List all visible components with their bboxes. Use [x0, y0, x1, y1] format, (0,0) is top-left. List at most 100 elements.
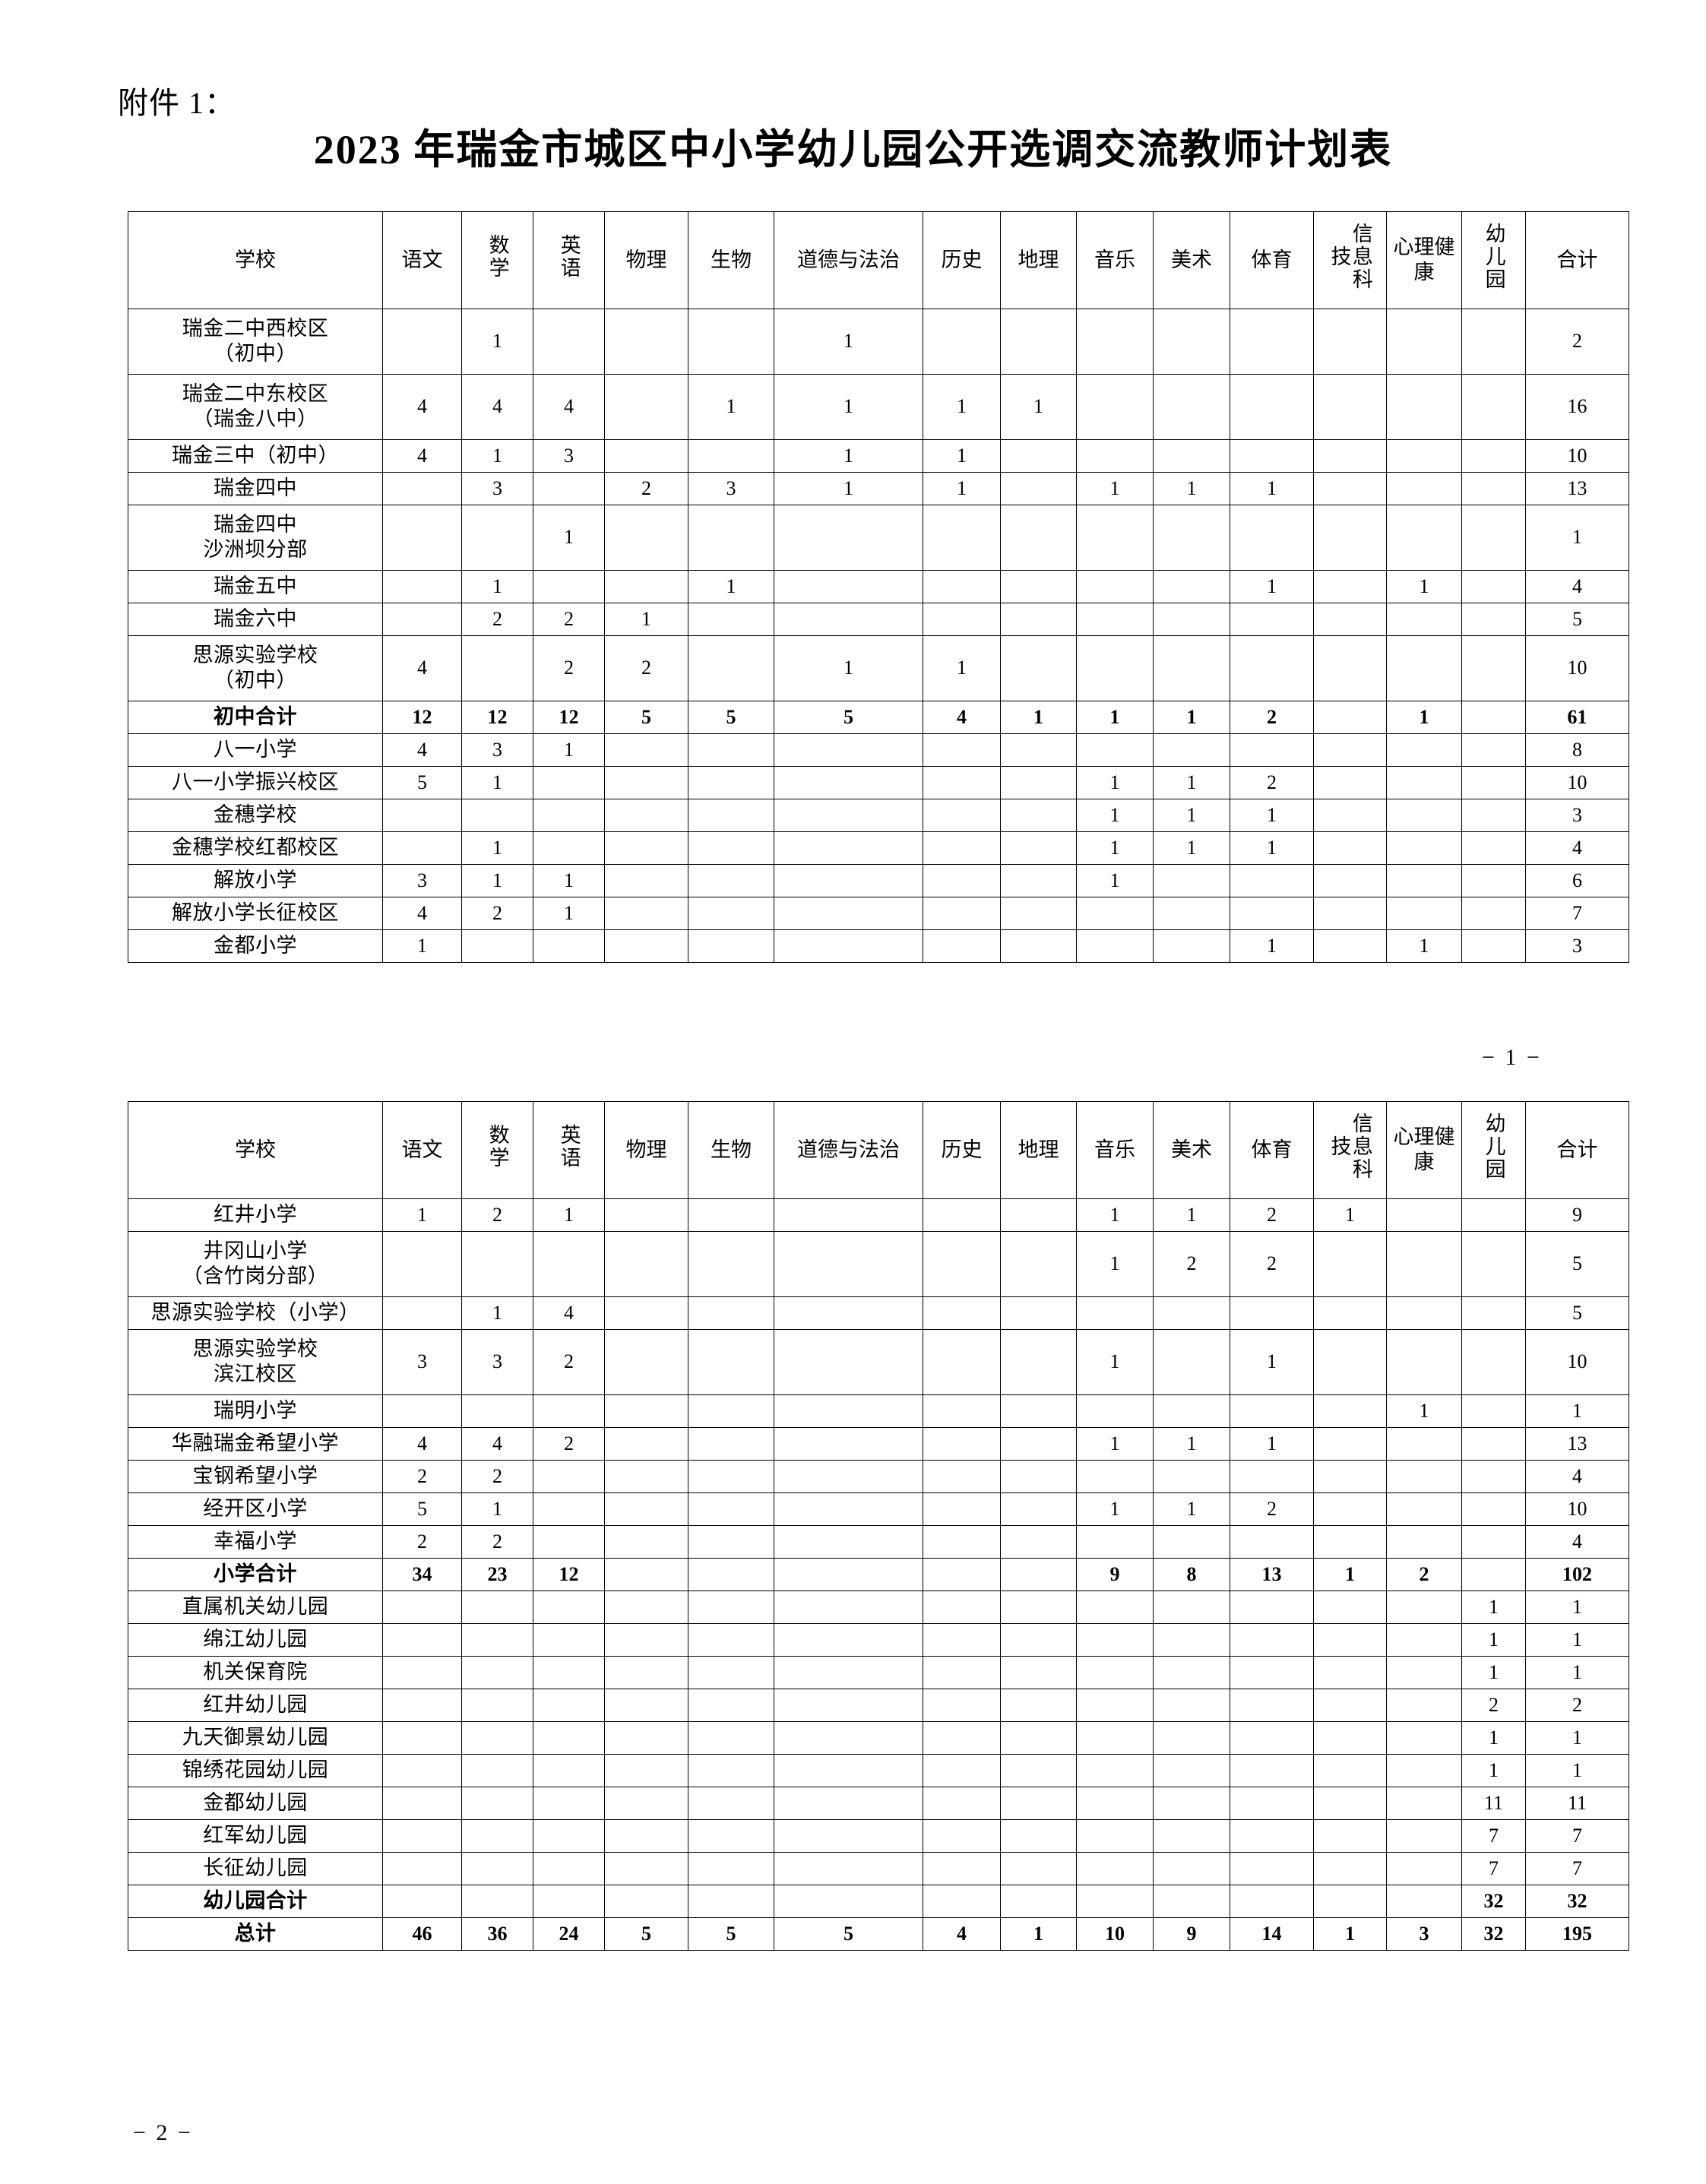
cell-pe: [1230, 733, 1314, 767]
column-header-biology: 生物: [688, 1101, 774, 1199]
column-header-history: 历史: [923, 211, 1001, 309]
cell-chinese: 1: [382, 1198, 462, 1232]
cell-info_tech: [1313, 1328, 1387, 1395]
table-row: 瑞金五中 1 1 1 1 4: [128, 569, 1629, 603]
cell-history: 1: [923, 635, 1001, 701]
cell-geography: [1000, 1328, 1077, 1395]
table-row: 思源实验学校 滨江校区 3 3 2 1 1 10: [128, 1328, 1629, 1395]
column-header-physics: 物理: [604, 211, 688, 309]
table-header-row: 学校 语文 数学 英语 物理 生物 道德与法治 历史 地理 音乐 美术 体育 信息科技 心理健康 幼儿园 合计: [128, 1101, 1629, 1199]
cell-physics: [604, 1492, 688, 1526]
cell-pe: [1230, 504, 1314, 571]
cell-morality_law: [774, 602, 923, 636]
school-name-line: 思源实验学校: [192, 1337, 318, 1360]
cell-art: 1: [1153, 798, 1230, 832]
cell-total: 102: [1525, 1557, 1629, 1591]
cell-math: [461, 1884, 533, 1918]
cell-art: [1153, 1655, 1230, 1689]
cell-math: [461, 1688, 533, 1722]
cell-kindergarten: [1461, 635, 1526, 701]
cell-english: [533, 1230, 605, 1297]
cell-art: [1153, 1720, 1230, 1755]
cell-history: [923, 1851, 1001, 1885]
cell-total: 9: [1525, 1198, 1629, 1232]
cell-mental_health: [1386, 308, 1462, 375]
cell-total: 10: [1525, 1328, 1629, 1395]
cell-art: [1153, 1590, 1230, 1624]
cell-music: 1: [1076, 1426, 1154, 1461]
cell-geography: [1000, 438, 1077, 473]
cell-physics: [604, 1818, 688, 1853]
cell-mental_health: [1386, 1492, 1462, 1526]
cell-biology: [688, 1296, 774, 1330]
cell-morality_law: 1: [774, 373, 923, 440]
cell-biology: [688, 1230, 774, 1297]
cell-biology: [688, 438, 774, 473]
cell-history: [923, 1884, 1001, 1918]
cell-mental_health: [1386, 1622, 1462, 1657]
cell-history: [923, 1590, 1001, 1624]
cell-art: [1153, 1524, 1230, 1559]
cell-mental_health: [1386, 1884, 1462, 1918]
cell-chinese: 2: [382, 1524, 462, 1559]
cell-math: 1: [461, 1492, 533, 1526]
cell-art: 1: [1153, 471, 1230, 505]
cell-music: [1076, 373, 1154, 440]
cell-physics: [604, 1394, 688, 1428]
cell-geography: [1000, 1655, 1077, 1689]
cell-kindergarten: [1461, 373, 1526, 440]
cell-english: [533, 1688, 605, 1722]
cell-chinese: [382, 1296, 462, 1330]
column-header-kindergarten: 幼儿园: [1461, 211, 1526, 309]
school-name-cell: 金穗学校红都校区: [128, 831, 383, 865]
school-name-cell: 瑞明小学: [128, 1394, 383, 1428]
cell-physics: [604, 896, 688, 930]
cell-art: [1153, 1459, 1230, 1493]
cell-art: [1153, 1394, 1230, 1428]
cell-biology: [688, 1426, 774, 1461]
column-header-music: 音乐: [1076, 211, 1154, 309]
cell-physics: 5: [604, 700, 688, 734]
cell-morality_law: 1: [774, 438, 923, 473]
cell-chinese: 4: [382, 635, 462, 701]
cell-kindergarten: [1461, 733, 1526, 767]
cell-art: 1: [1153, 765, 1230, 799]
cell-morality_law: [774, 504, 923, 571]
column-header-physics: 物理: [604, 1101, 688, 1199]
cell-pe: 1: [1230, 798, 1314, 832]
school-name-cell: 思源实验学校 （初中）: [128, 635, 383, 701]
cell-chinese: 34: [382, 1557, 462, 1591]
cell-math: 3: [461, 733, 533, 767]
cell-art: [1153, 1786, 1230, 1820]
cell-english: [533, 929, 605, 963]
table-row: 解放小学 3 1 1 1 6: [128, 863, 1629, 897]
cell-chinese: [382, 798, 462, 832]
cell-mental_health: [1386, 863, 1462, 897]
table-row: 直属机关幼儿园 1 1: [128, 1590, 1629, 1624]
cell-biology: [688, 831, 774, 865]
cell-history: [923, 1557, 1001, 1591]
cell-physics: [604, 765, 688, 799]
cell-total: 195: [1525, 1917, 1629, 1951]
cell-english: [533, 471, 605, 505]
table-body-part-2: 红井小学 1 2 1 1 1 2 1 9 井冈山小学 （含竹岗分部） 1 2 2 5 思源实验学校（小学） 1 4…: [128, 1198, 1629, 1951]
cell-kindergarten: [1461, 1524, 1526, 1559]
cell-history: [923, 1786, 1001, 1820]
cell-geography: [1000, 635, 1077, 701]
school-name-cell: 瑞金三中（初中）: [128, 438, 383, 473]
cell-biology: [688, 1328, 774, 1395]
cell-info_tech: [1313, 438, 1387, 473]
cell-info_tech: [1313, 1296, 1387, 1330]
cell-pe: [1230, 373, 1314, 440]
table-row: 井冈山小学 （含竹岗分部） 1 2 2 5: [128, 1230, 1629, 1297]
cell-info_tech: [1313, 504, 1387, 571]
cell-pe: 2: [1230, 1230, 1314, 1297]
table-row: 瑞金三中（初中） 4 1 3 1 1 10: [128, 438, 1629, 473]
cell-history: [923, 308, 1001, 375]
cell-kindergarten: [1461, 798, 1526, 832]
column-header-label: 幼儿园: [1482, 1113, 1505, 1181]
cell-math: [461, 1753, 533, 1787]
cell-physics: [604, 1524, 688, 1559]
cell-english: [533, 1753, 605, 1787]
cell-english: 24: [533, 1917, 605, 1951]
